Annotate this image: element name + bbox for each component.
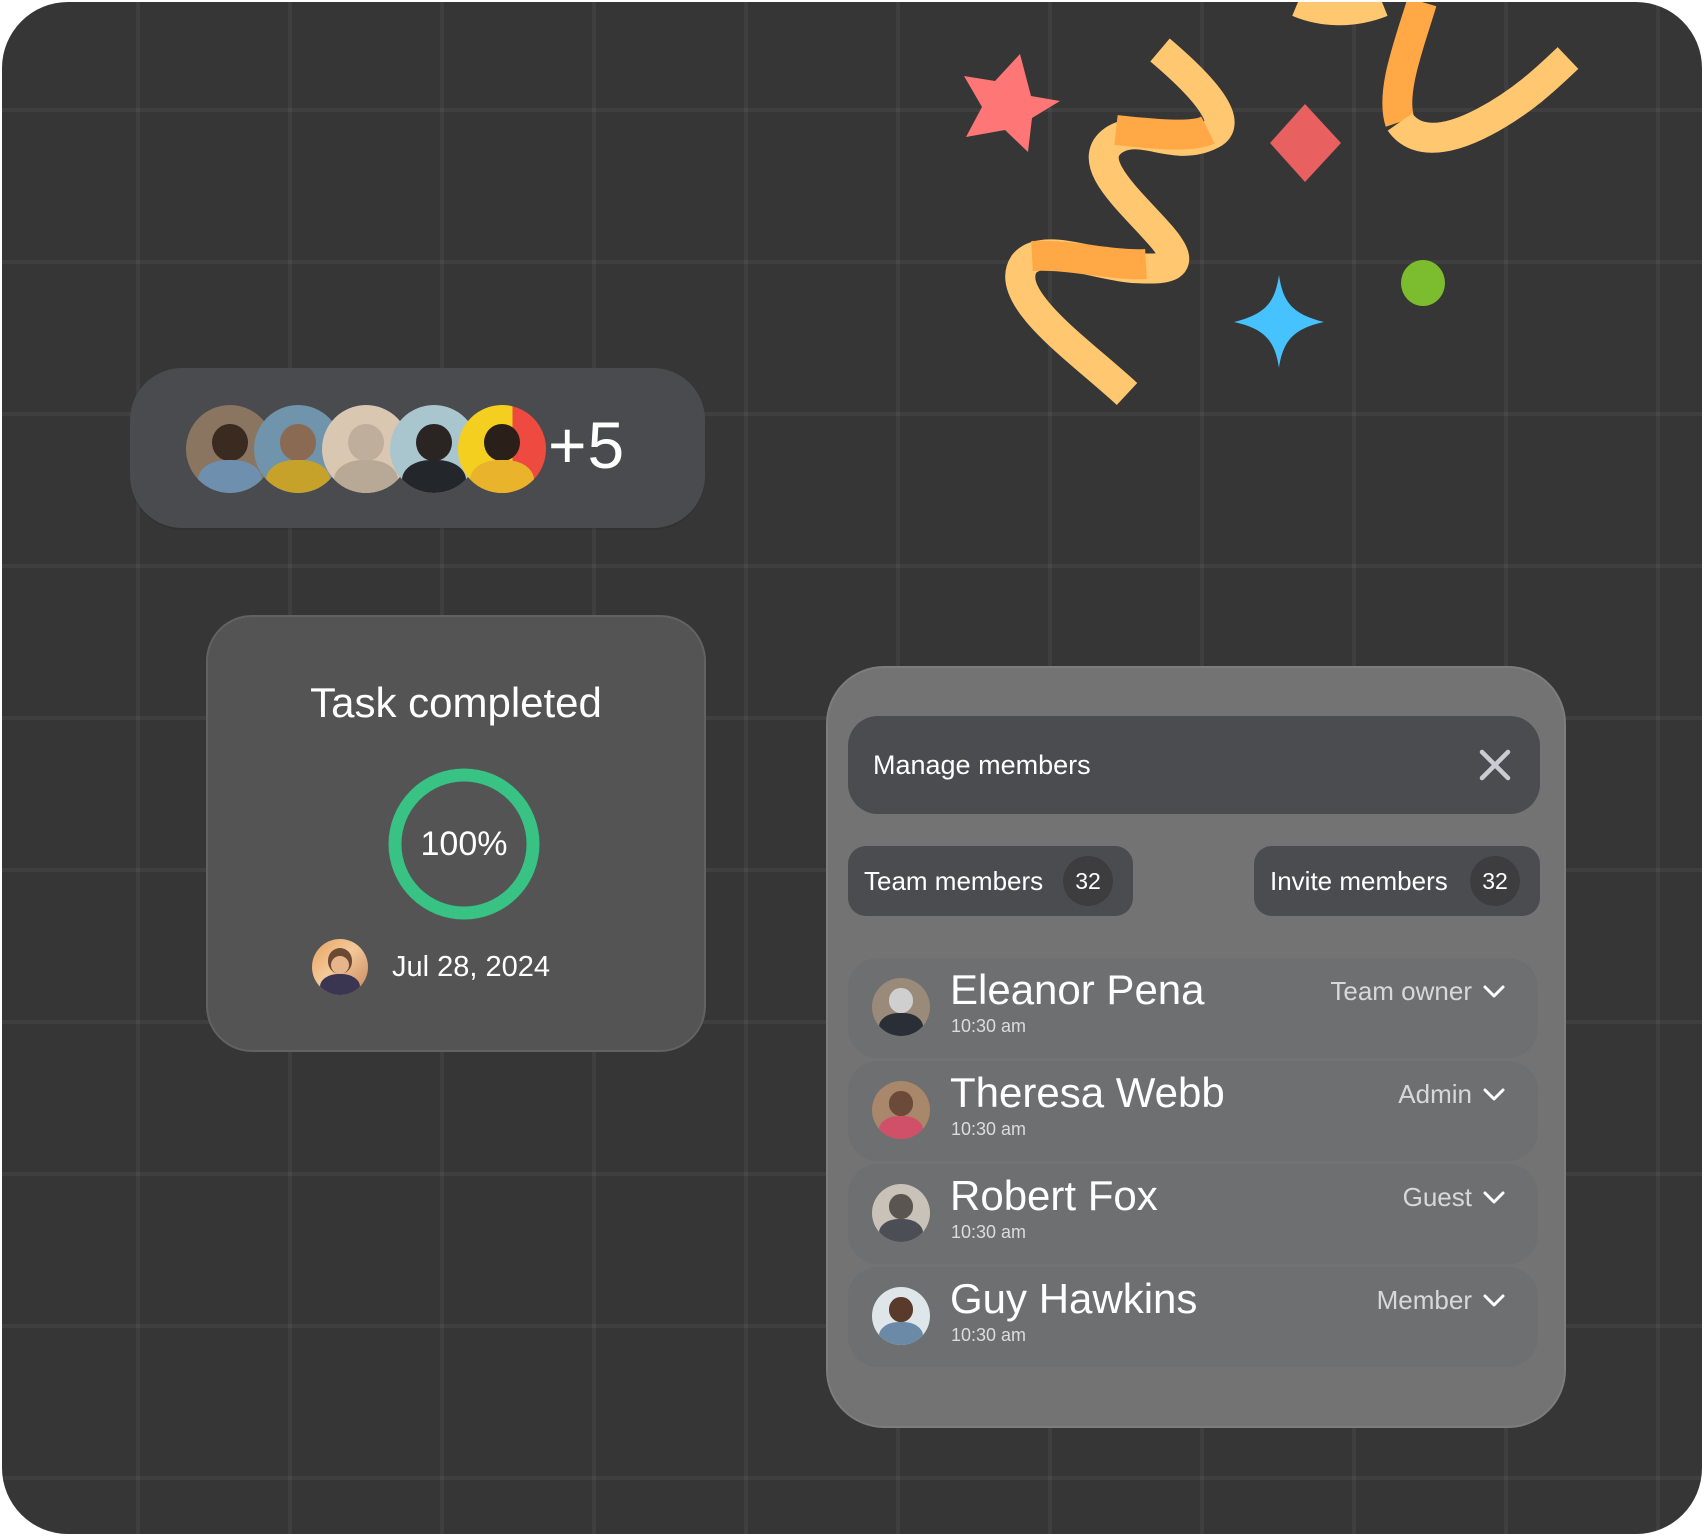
avatar-body xyxy=(319,973,361,995)
overflow-count[interactable]: +5 xyxy=(548,400,625,490)
role-label: Member xyxy=(1376,1285,1472,1315)
member-avatar xyxy=(872,1081,930,1139)
role-dropdown[interactable]: Team owner xyxy=(1330,976,1506,1007)
task-meta: Jul 28, 2024 xyxy=(312,939,550,995)
member-time: 10:30 am xyxy=(951,1222,1027,1242)
chevron-down-icon xyxy=(1483,1191,1505,1203)
avatar-body xyxy=(334,459,398,493)
avatar-head xyxy=(416,424,452,462)
avatar-body xyxy=(878,1012,924,1036)
member-name: Eleanor Pena xyxy=(950,966,1205,1013)
member-row[interactable]: Eleanor Pena 10:30 am Team owner xyxy=(848,958,1538,1058)
ribbon-left-shadow xyxy=(1031,115,1215,280)
ribbon-right xyxy=(1382,2,1437,127)
manage-members-panel: Manage members Team members 32 Invite me… xyxy=(826,666,1566,1428)
role-dropdown[interactable]: Admin xyxy=(1398,1079,1506,1110)
chevron-down-icon xyxy=(1483,1294,1505,1306)
star-shape xyxy=(964,54,1060,152)
tab-label: Team members xyxy=(864,865,1044,896)
diamond-shape xyxy=(1270,104,1341,182)
role-label: Guest xyxy=(1402,1182,1472,1212)
avatar-body xyxy=(402,459,466,493)
avatar-head xyxy=(889,1297,913,1322)
tab-invite-members[interactable]: Invite members 32 xyxy=(1254,846,1540,916)
avatar-head xyxy=(484,424,520,462)
member-avatar xyxy=(872,1287,930,1345)
avatar-head xyxy=(280,424,316,462)
count-badge: 32 xyxy=(1063,856,1113,906)
avatar-head xyxy=(889,1091,913,1116)
avatar-body xyxy=(266,459,330,493)
avatar-group-card: +5 xyxy=(130,368,705,528)
ribbon-right-light xyxy=(1387,47,1579,153)
sparkle-shape xyxy=(1234,275,1324,368)
role-label: Admin xyxy=(1398,1079,1472,1109)
task-title: Task completed xyxy=(310,679,602,726)
assignee-avatar[interactable] xyxy=(312,939,368,995)
chevron-down-icon xyxy=(1483,1088,1505,1100)
member-time: 10:30 am xyxy=(951,1119,1027,1139)
tab-label: Invite members xyxy=(1270,865,1448,896)
tab-team-members[interactable]: Team members 32 xyxy=(848,846,1133,916)
task-completed-card: Task completed 100% Jul 28, 2024 xyxy=(206,615,706,1052)
member-time: 10:30 am xyxy=(951,1325,1027,1345)
avatar[interactable] xyxy=(458,405,546,493)
avatar-body xyxy=(878,1115,924,1139)
close-icon[interactable] xyxy=(1472,742,1518,788)
ribbon-left xyxy=(1005,38,1235,405)
role-label: Team owner xyxy=(1330,976,1472,1006)
avatar-body xyxy=(878,1218,924,1242)
chevron-down-icon xyxy=(1483,985,1505,997)
member-time: 10:30 am xyxy=(951,1016,1027,1036)
avatar-head xyxy=(212,424,248,462)
member-row[interactable]: Robert Fox 10:30 am Guest xyxy=(848,1164,1538,1264)
member-name: Robert Fox xyxy=(950,1172,1158,1219)
member-avatar xyxy=(872,1184,930,1242)
member-row[interactable]: Guy Hawkins 10:30 am Member xyxy=(848,1267,1538,1367)
dot-shape xyxy=(1401,260,1445,306)
ribbon-top xyxy=(1292,2,1388,26)
avatar-head xyxy=(348,424,384,462)
member-row[interactable]: Theresa Webb 10:30 am Admin xyxy=(848,1061,1538,1161)
panel-title: Manage members xyxy=(873,750,1091,780)
member-name: Theresa Webb xyxy=(950,1069,1225,1116)
avatar-head xyxy=(889,1194,913,1219)
avatar-face xyxy=(331,955,349,974)
role-dropdown[interactable]: Member xyxy=(1377,1285,1506,1316)
panel-header: Manage members xyxy=(848,716,1540,814)
avatar-body xyxy=(878,1321,924,1345)
avatar-body xyxy=(198,459,262,493)
avatar-head xyxy=(889,988,913,1013)
progress-label: 100% xyxy=(420,824,508,863)
count-badge: 32 xyxy=(1470,856,1520,906)
member-name: Guy Hawkins xyxy=(950,1275,1198,1322)
role-dropdown[interactable]: Guest xyxy=(1403,1182,1506,1213)
avatar-stack[interactable] xyxy=(186,404,546,494)
avatar-body xyxy=(470,459,534,493)
member-avatar xyxy=(872,978,930,1036)
task-date: Jul 28, 2024 xyxy=(392,950,551,983)
